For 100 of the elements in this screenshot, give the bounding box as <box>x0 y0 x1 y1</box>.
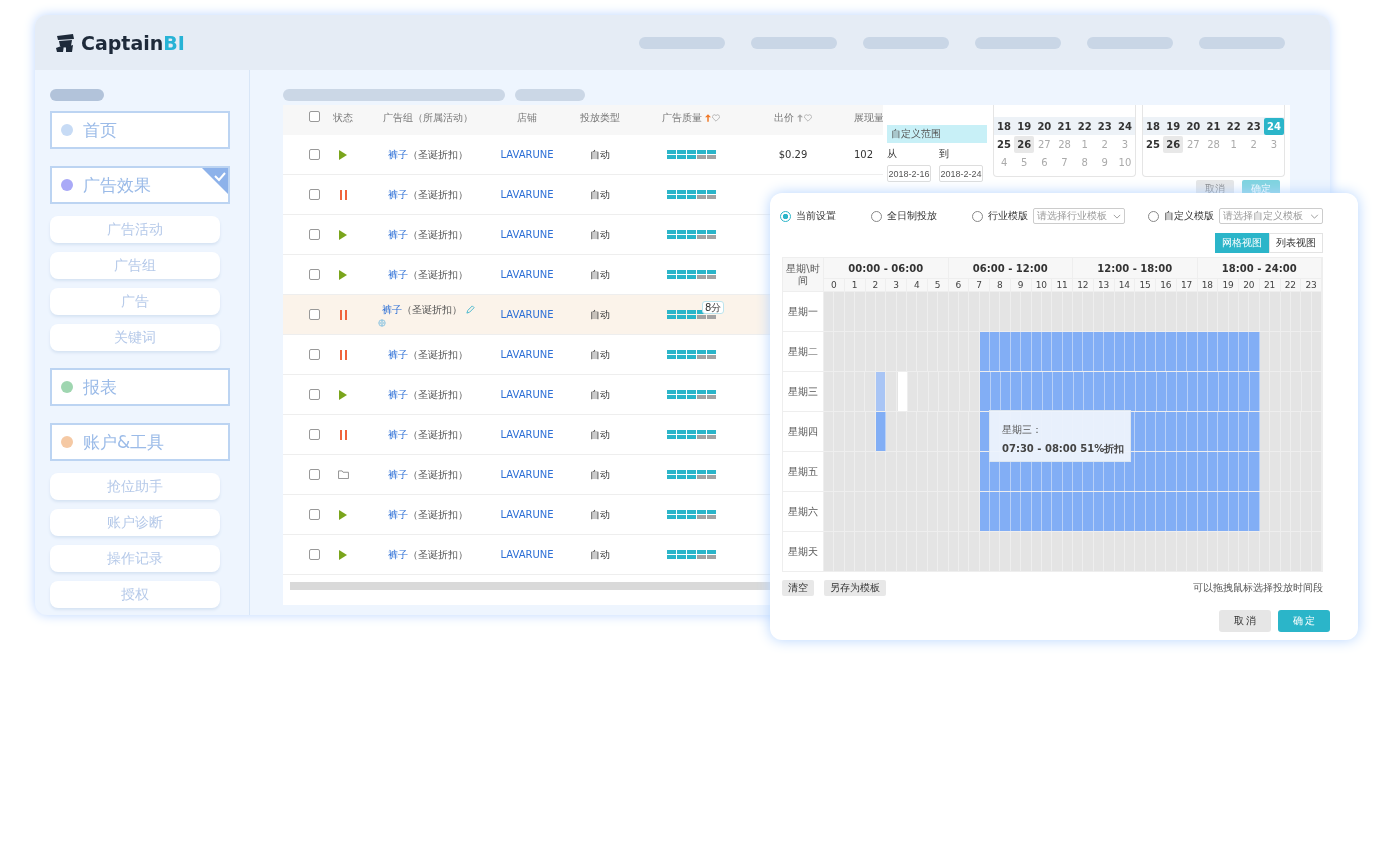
option-label[interactable]: 当前设置 <box>796 209 836 223</box>
time-slot[interactable] <box>1093 492 1105 531</box>
ad-group-link[interactable]: 裤子 <box>388 507 408 522</box>
time-slot[interactable] <box>1021 332 1032 371</box>
time-slot[interactable] <box>1063 372 1074 411</box>
time-slot[interactable] <box>1166 452 1177 491</box>
store-link[interactable]: LAVARUNE <box>500 389 554 400</box>
time-slot[interactable] <box>1218 332 1229 371</box>
time-slot[interactable] <box>1166 492 1177 531</box>
calendar-day[interactable]: 20 <box>1183 117 1204 135</box>
calendar-day[interactable]: 23 <box>1094 117 1115 135</box>
time-slot[interactable] <box>1083 492 1094 531</box>
time-slot[interactable] <box>1218 452 1229 491</box>
checkbox[interactable] <box>309 509 320 520</box>
checkbox[interactable] <box>309 429 320 440</box>
time-slot[interactable] <box>1218 412 1229 451</box>
time-slot[interactable] <box>1104 332 1115 371</box>
radio-button[interactable] <box>780 210 791 222</box>
time-slot[interactable] <box>1093 332 1105 371</box>
time-slot[interactable] <box>1218 492 1229 531</box>
sort-arrow-icon[interactable] <box>797 114 803 122</box>
dialog-button[interactable]: 取 消 <box>1219 610 1271 632</box>
time-slot[interactable] <box>1166 412 1177 451</box>
time-slot[interactable] <box>1228 332 1239 371</box>
time-slot[interactable] <box>1031 332 1042 371</box>
time-slot[interactable] <box>1135 492 1146 531</box>
time-slot[interactable] <box>1176 332 1188 371</box>
calendar-day[interactable]: 25 <box>1143 135 1164 153</box>
time-slot[interactable] <box>1187 412 1198 451</box>
time-slot[interactable] <box>1083 332 1094 371</box>
play-icon[interactable] <box>339 149 347 160</box>
time-slot[interactable] <box>1124 332 1136 371</box>
time-slot[interactable] <box>1145 492 1156 531</box>
radio-button[interactable] <box>1148 210 1159 222</box>
time-slot[interactable] <box>1228 492 1239 531</box>
calendar-day[interactable]: 22 <box>1074 117 1095 135</box>
time-slot[interactable] <box>1197 452 1208 491</box>
time-slot[interactable] <box>1207 492 1219 531</box>
template-dropdown[interactable]: 请选择行业模板 <box>1033 208 1125 224</box>
time-slot[interactable] <box>1249 372 1261 411</box>
time-slot[interactable] <box>1166 372 1178 411</box>
time-slot[interactable] <box>1187 452 1198 491</box>
calendar-day[interactable]: 22 <box>1223 117 1244 135</box>
checkbox[interactable] <box>309 149 320 160</box>
time-slot[interactable] <box>990 492 1001 531</box>
calendar-day[interactable]: 18 <box>1143 117 1164 135</box>
time-slot[interactable] <box>1021 492 1032 531</box>
time-slot[interactable] <box>1197 492 1208 531</box>
pause-icon[interactable] <box>339 309 347 320</box>
time-slot[interactable] <box>1156 332 1167 371</box>
time-slot[interactable] <box>1156 412 1167 451</box>
calendar-day[interactable]: 24 <box>1114 117 1135 135</box>
checkbox[interactable] <box>309 309 320 320</box>
time-slot[interactable] <box>1218 372 1229 411</box>
time-slot[interactable] <box>1042 372 1053 411</box>
time-slot[interactable] <box>1001 372 1012 411</box>
time-slot[interactable] <box>1000 332 1011 371</box>
radio-button[interactable] <box>972 210 983 222</box>
store-link[interactable]: LAVARUNE <box>500 349 554 360</box>
ad-group-link[interactable]: 裤子 <box>388 147 408 162</box>
time-slot[interactable] <box>1104 372 1116 411</box>
store-link[interactable]: LAVARUNE <box>500 429 554 440</box>
time-slot[interactable] <box>1187 492 1198 531</box>
ad-group-link[interactable]: 裤子 <box>388 187 408 202</box>
template-dropdown[interactable]: 请选择自定义模板 <box>1219 208 1323 224</box>
store-link[interactable]: LAVARUNE <box>500 549 554 560</box>
range-option[interactable]: 自定义范围 <box>887 125 987 143</box>
time-slot[interactable] <box>1249 492 1260 531</box>
checkbox[interactable] <box>309 389 320 400</box>
calendar-day[interactable]: 26 <box>1014 135 1035 153</box>
time-slot[interactable] <box>1197 332 1208 371</box>
date-field[interactable]: 2018-2-16 <box>887 165 931 182</box>
play-icon[interactable] <box>339 509 347 520</box>
time-slot[interactable] <box>1032 372 1043 411</box>
time-slot[interactable] <box>979 492 990 531</box>
time-slot[interactable] <box>1052 492 1063 531</box>
store-link[interactable]: LAVARUNE <box>500 149 554 160</box>
time-slot[interactable] <box>1239 412 1250 451</box>
option-label[interactable]: 全日制投放 <box>887 209 937 223</box>
time-slot[interactable] <box>1239 452 1250 491</box>
time-slot[interactable] <box>1104 492 1115 531</box>
time-slot[interactable] <box>1073 372 1084 411</box>
time-slot[interactable] <box>1135 452 1146 491</box>
time-slot[interactable] <box>1187 332 1198 371</box>
time-slot[interactable] <box>1166 332 1177 371</box>
calendar-day[interactable]: 26 <box>1163 135 1184 153</box>
time-slot[interactable] <box>1000 492 1011 531</box>
time-slot[interactable] <box>1249 332 1260 371</box>
pause-icon[interactable] <box>339 189 347 200</box>
ad-group-link[interactable]: 裤子 <box>388 227 408 242</box>
pause-icon[interactable] <box>339 429 347 440</box>
store-link[interactable]: LAVARUNE <box>500 469 554 480</box>
calendar-day[interactable]: 20 <box>1034 117 1055 135</box>
checkbox[interactable] <box>309 269 320 280</box>
time-slot[interactable] <box>1124 492 1136 531</box>
store-link[interactable]: LAVARUNE <box>500 309 554 320</box>
ad-group-link[interactable]: 裤子 <box>388 547 408 562</box>
calendar-day[interactable]: 19 <box>1163 117 1184 135</box>
radio-button[interactable] <box>871 210 882 222</box>
time-slot[interactable] <box>1145 332 1156 371</box>
